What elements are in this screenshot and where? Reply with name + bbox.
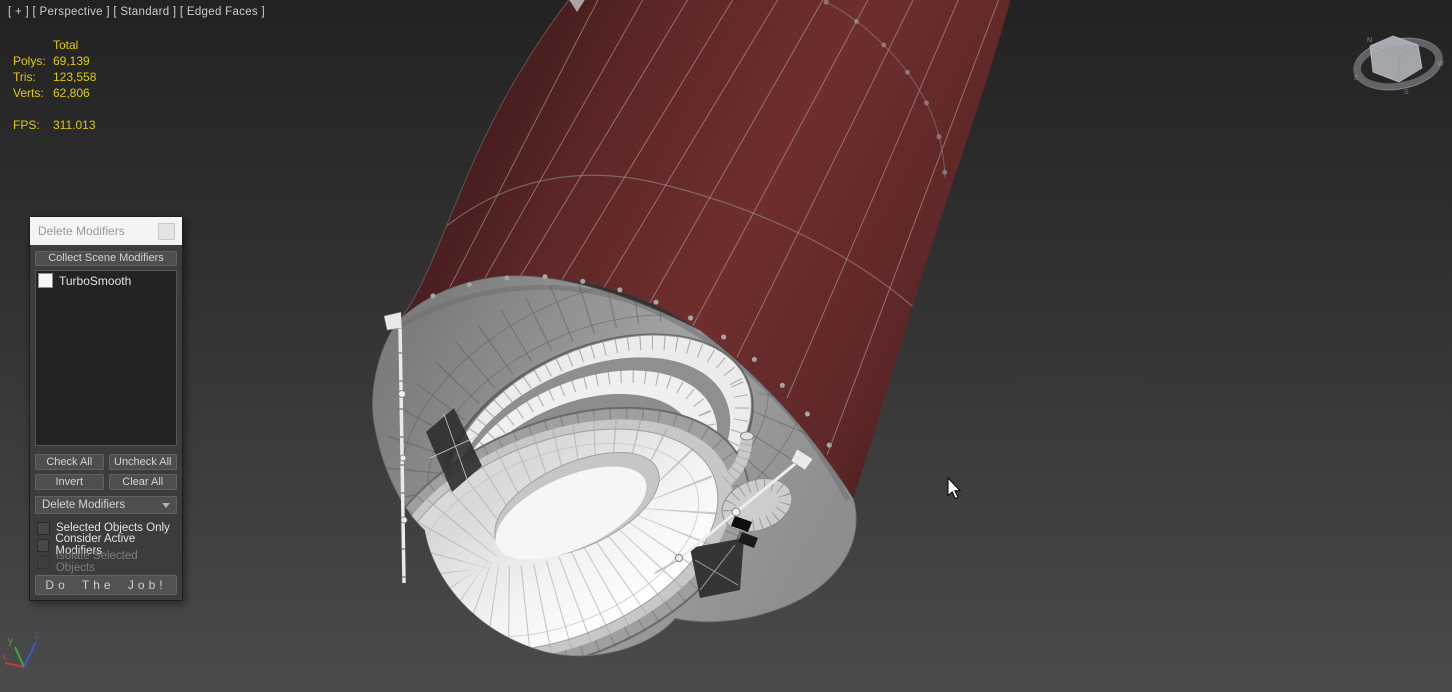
viewport-3d-scene[interactable]: N W S E x y z <box>0 0 1452 692</box>
check-all-button[interactable]: Check All <box>35 454 104 470</box>
viewport-label[interactable]: [ + ] [ Perspective ] [ Standard ] [ Edg… <box>8 6 265 18</box>
stats-tris-label: Tris: <box>13 70 36 84</box>
viewcube-west-label[interactable]: W <box>1437 61 1444 68</box>
isolate-selected-objects-checkbox <box>37 555 50 569</box>
viewcube-east-label[interactable]: E <box>1354 75 1359 82</box>
collect-scene-modifiers-button[interactable]: Collect Scene Modifiers <box>35 251 177 266</box>
dialog-body: Collect Scene Modifiers TurboSmooth Chec… <box>30 245 182 600</box>
stats-polys-value: 69,139 <box>53 54 90 68</box>
stats-verts-label: Verts: <box>13 86 44 100</box>
isolate-selected-objects-row: Isolate Selected Objects <box>37 550 178 574</box>
x-axis-label: x <box>2 652 7 663</box>
selected-objects-only-checkbox[interactable] <box>37 521 50 535</box>
dialog-title: Delete Modifiers <box>38 224 125 238</box>
y-axis-label: y <box>8 636 13 647</box>
z-axis-label: z <box>34 630 39 641</box>
mode-dropdown-value: Delete Modifiers <box>42 499 126 511</box>
modifier-list[interactable]: TurboSmooth <box>35 270 177 446</box>
chevron-down-icon <box>162 503 170 508</box>
modifier-list-item[interactable]: TurboSmooth <box>36 271 176 290</box>
modifier-name: TurboSmooth <box>59 273 132 288</box>
dialog-titlebar-button[interactable] <box>158 223 175 240</box>
max-viewport[interactable]: N W S E x y z [ + ] [ Perspective ] [ St… <box>0 0 1452 692</box>
do-the-job-button[interactable]: Do The Job! <box>35 575 177 595</box>
stats-fps-label: FPS: <box>13 118 40 132</box>
mode-dropdown[interactable]: Delete Modifiers <box>35 496 177 514</box>
viewcube-south-label[interactable]: S <box>1404 89 1409 96</box>
uncheck-all-button[interactable]: Uncheck All <box>108 454 177 470</box>
stats-verts-value: 62,806 <box>53 86 90 100</box>
stats-total-header: Total <box>53 38 79 52</box>
dialog-titlebar[interactable]: Delete Modifiers <box>30 217 182 245</box>
isolate-selected-objects-label: Isolate Selected Objects <box>55 550 138 574</box>
stats-polys-label: Polys: <box>13 54 46 68</box>
statistics-overlay: Total Polys: 69,139 Tris: 123,558 Verts: 62… <box>13 37 96 133</box>
modifier-checkbox[interactable] <box>38 273 53 288</box>
stats-fps-value: 311.013 <box>53 118 96 132</box>
clear-all-button[interactable]: Clear All <box>108 474 177 490</box>
delete-modifiers-dialog: Delete Modifiers Collect Scene Modifiers… <box>29 216 183 601</box>
consider-active-modifiers-checkbox[interactable] <box>37 538 50 552</box>
viewcube-north-label[interactable]: N <box>1367 37 1372 44</box>
stats-tris-value: 123,558 <box>53 70 97 84</box>
invert-button[interactable]: Invert <box>35 474 104 490</box>
